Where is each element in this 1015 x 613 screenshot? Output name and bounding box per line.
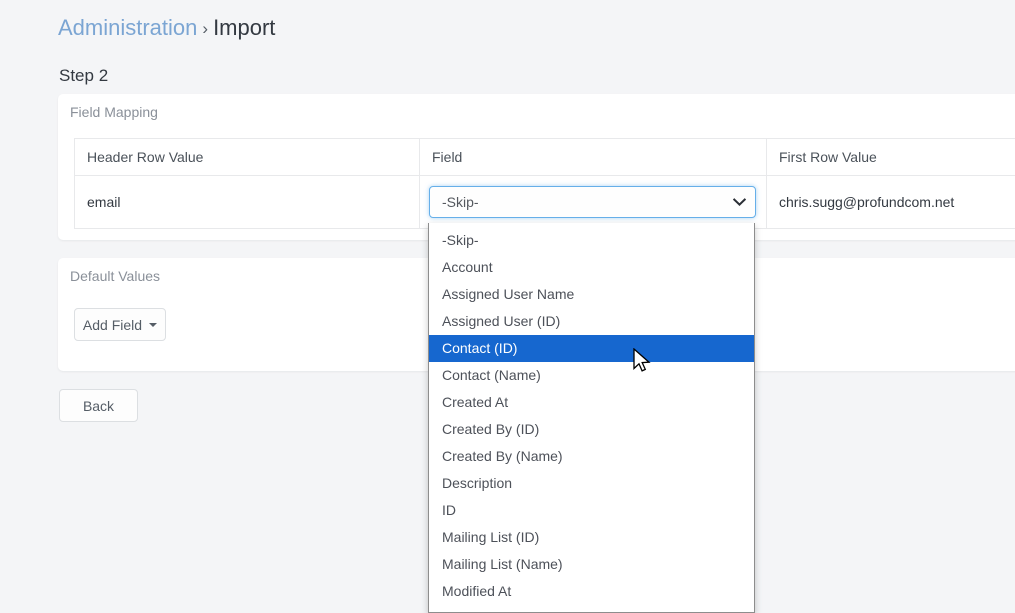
- cell-header-row-value: email: [74, 175, 420, 229]
- caret-down-icon: [149, 322, 158, 327]
- dropdown-option[interactable]: Created By (ID): [429, 416, 754, 443]
- breadcrumb-link-administration[interactable]: Administration: [58, 15, 197, 40]
- column-header-field: Field: [419, 138, 767, 176]
- dropdown-option[interactable]: Account: [429, 254, 754, 281]
- breadcrumb-current-import: Import: [213, 15, 276, 40]
- field-select-value: -Skip-: [442, 194, 479, 210]
- breadcrumb: Administration › Import: [58, 12, 275, 46]
- field-mapping-table: Header Row Value Field First Row Value e…: [74, 138, 1015, 229]
- dropdown-option[interactable]: Mailing List (ID): [429, 524, 754, 551]
- chevron-down-icon: [733, 187, 746, 217]
- page-title: Step 2: [59, 66, 109, 85]
- dropdown-option[interactable]: Modified At: [429, 578, 754, 605]
- breadcrumb-separator-icon: ›: [202, 19, 209, 38]
- dropdown-option[interactable]: -Skip-: [429, 227, 754, 254]
- default-values-panel-title: Default Values: [70, 268, 161, 284]
- dropdown-option[interactable]: Assigned User (ID): [429, 308, 754, 335]
- dropdown-option[interactable]: Assigned User Name: [429, 281, 754, 308]
- field-select-dropdown[interactable]: -Skip- Account Assigned User Name Assigned …: [428, 223, 755, 613]
- dropdown-option[interactable]: Mailing List (Name): [429, 551, 754, 578]
- column-header-header-row-value: Header Row Value: [74, 138, 420, 176]
- dropdown-option[interactable]: Contact (Name): [429, 362, 754, 389]
- table-row: email -Skip- chris.sugg@profundcom.net: [74, 175, 1015, 229]
- dropdown-option[interactable]: Created By (Name): [429, 443, 754, 470]
- dropdown-option[interactable]: Description: [429, 470, 754, 497]
- field-select[interactable]: -Skip-: [429, 186, 756, 218]
- table-header-row: Header Row Value Field First Row Value: [74, 138, 1015, 176]
- field-mapping-panel: Field Mapping Header Row Value Field Fir…: [58, 94, 1015, 240]
- column-header-first-row-value: First Row Value: [766, 138, 1015, 176]
- dropdown-option[interactable]: Modified By (ID): [429, 605, 754, 612]
- add-field-button-label: Add Field: [82, 316, 143, 333]
- field-mapping-panel-title: Field Mapping: [70, 104, 158, 120]
- cell-field: -Skip-: [419, 175, 767, 229]
- back-button-label: Back: [82, 397, 115, 414]
- cell-first-row-value: chris.sugg@profundcom.net: [766, 175, 1015, 229]
- add-field-button[interactable]: Add Field: [74, 308, 166, 341]
- back-button[interactable]: Back: [59, 389, 138, 422]
- dropdown-option[interactable]: Created At: [429, 389, 754, 416]
- dropdown-option[interactable]: Contact (ID): [429, 335, 754, 362]
- dropdown-option[interactable]: ID: [429, 497, 754, 524]
